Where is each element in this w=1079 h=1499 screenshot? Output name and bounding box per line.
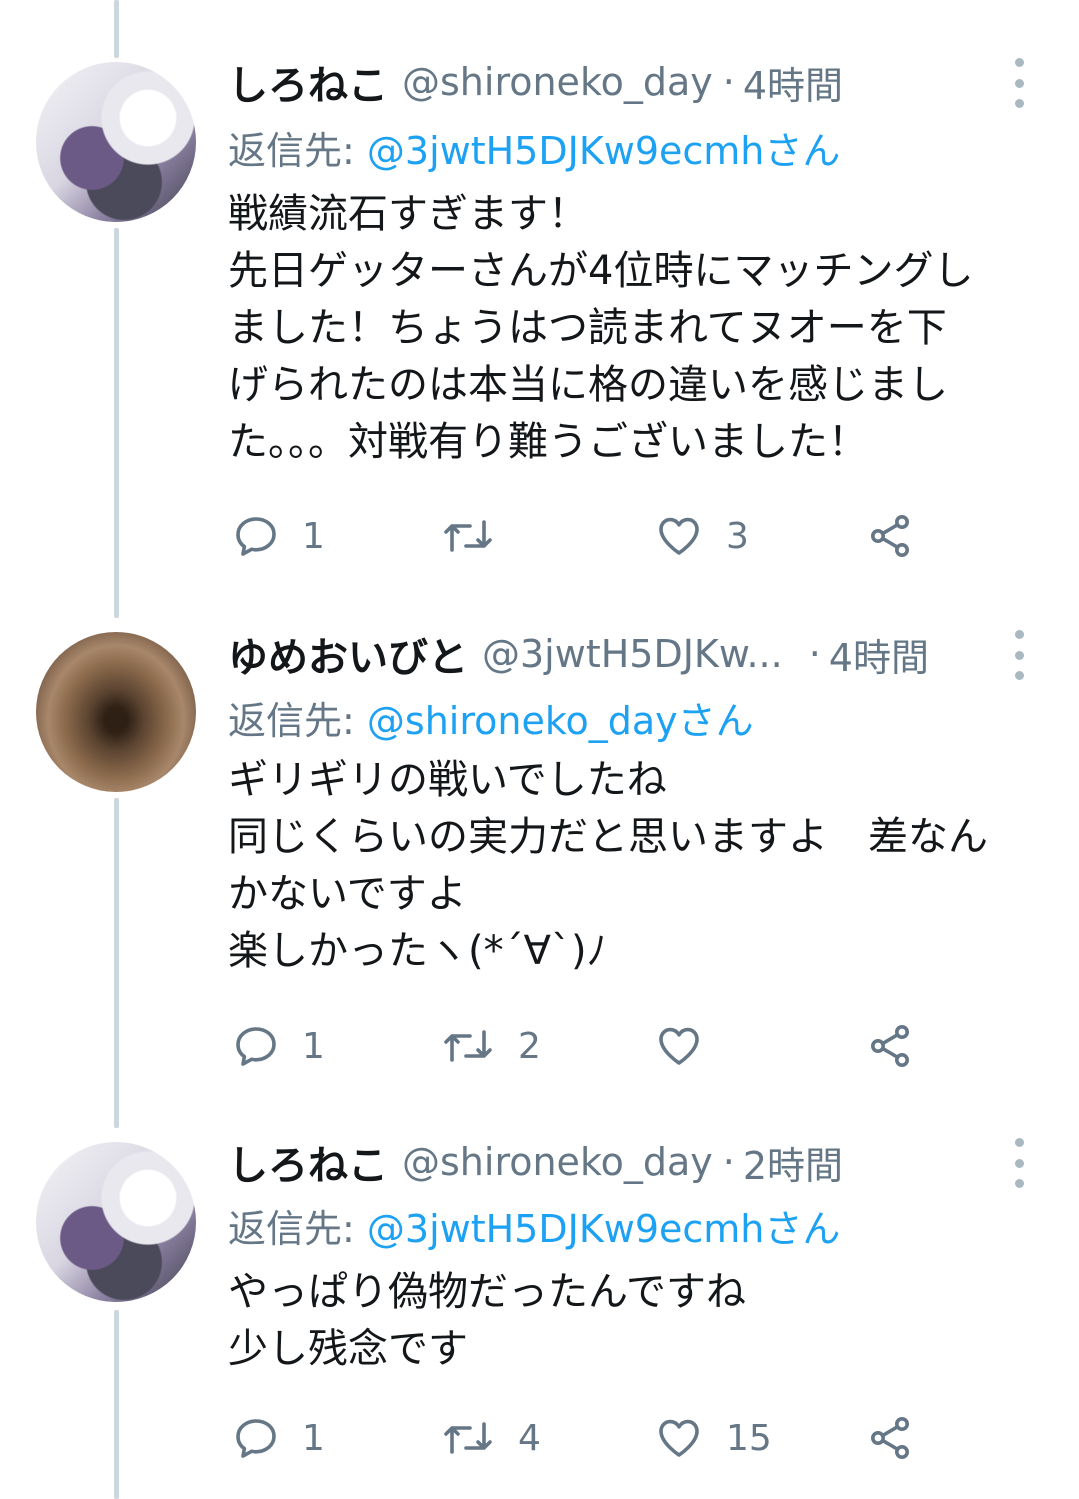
like-count: 3 — [726, 515, 749, 557]
tweet-text: ギリギリの戦いでしたね 同じくらいの実力だと思いますよ 差なん かないですよ 楽… — [228, 757, 988, 974]
reply-button[interactable]: 1 — [232, 506, 325, 566]
like-count: 15 — [726, 1417, 772, 1459]
reply-icon — [236, 1419, 276, 1458]
avatar[interactable] — [36, 62, 196, 222]
timestamp[interactable]: 4時間 — [743, 55, 843, 110]
reply-button[interactable]: 1 — [232, 1408, 325, 1468]
reply-to: 返信先: @3jwtH5DJKw9ecmhさん — [228, 1198, 840, 1253]
avatar[interactable] — [36, 632, 196, 792]
thread-line-2 — [114, 798, 119, 1128]
display-name[interactable]: しろねこ — [228, 53, 388, 111]
display-name[interactable]: ゆめおいびと — [228, 625, 468, 683]
reply-to: 返信先: @3jwtH5DJKw9ecmhさん — [228, 120, 840, 175]
reply-to-mention[interactable]: @3jwtH5DJKw9ecmhさん — [367, 1207, 840, 1251]
share-button[interactable] — [864, 1016, 916, 1076]
reply-to-prefix: 返信先: — [228, 129, 367, 173]
more-options-icon[interactable] — [1004, 630, 1034, 680]
reply-to: 返信先: @shironeko_dayさん — [228, 690, 754, 745]
tweet-header: ゆめおいびと @3jwtH5DJKw... · 4時間 — [228, 624, 929, 684]
reply-icon — [236, 1027, 276, 1066]
tweet-header: しろねこ @shironeko_day · 2時間 — [228, 1132, 843, 1192]
avatar[interactable] — [36, 1142, 196, 1302]
like-button[interactable] — [654, 1016, 726, 1076]
reply-to-mention[interactable]: @3jwtH5DJKw9ecmhさん — [367, 129, 840, 173]
separator-dot: · — [808, 632, 821, 676]
retweet-icon — [444, 1422, 492, 1454]
share-icon — [871, 1417, 909, 1459]
display-name[interactable]: しろねこ — [228, 1133, 388, 1191]
reply-icon — [236, 517, 276, 556]
separator-dot: · — [722, 60, 735, 104]
reply-to-prefix: 返信先: — [228, 699, 367, 743]
heart-icon — [659, 1419, 699, 1457]
retweet-count: 4 — [518, 1417, 541, 1459]
tweet-header: しろねこ @shironeko_day · 4時間 — [228, 52, 843, 112]
like-button[interactable]: 15 — [654, 1408, 772, 1468]
tweet[interactable]: しろねこ @shironeko_day · 4時間 返信先: @3jwtH5DJ… — [0, 0, 1079, 600]
user-handle[interactable]: @3jwtH5DJKw... — [482, 632, 783, 676]
like-button[interactable]: 3 — [654, 506, 749, 566]
share-button[interactable] — [864, 506, 916, 566]
separator-dot: · — [722, 1140, 735, 1184]
share-icon — [871, 515, 909, 557]
tweet-text: 戦績流石すぎます！ 先日ゲッターさんが4位時にマッチングし ました！ちょうはつ読… — [228, 191, 974, 465]
retweet-icon — [444, 520, 492, 552]
retweet-button[interactable]: 4 — [440, 1408, 541, 1468]
share-button[interactable] — [864, 1408, 916, 1468]
heart-icon — [659, 1027, 699, 1065]
user-handle[interactable]: @shironeko_day — [402, 1140, 713, 1184]
share-icon — [871, 1025, 909, 1067]
more-options-icon[interactable] — [1004, 58, 1034, 108]
reply-count: 1 — [302, 1025, 325, 1067]
heart-icon — [659, 517, 699, 555]
timestamp[interactable]: 2時間 — [743, 1135, 843, 1190]
more-options-icon[interactable] — [1004, 1138, 1034, 1188]
retweet-button[interactable] — [440, 506, 518, 566]
retweet-count: 2 — [518, 1025, 541, 1067]
reply-button[interactable]: 1 — [232, 1016, 325, 1076]
thread-line-3 — [114, 1310, 119, 1499]
reply-to-prefix: 返信先: — [228, 1207, 367, 1251]
tweet-text: やっぱり偽物だったんですね 少し残念です — [228, 1269, 746, 1372]
timestamp[interactable]: 4時間 — [829, 627, 929, 682]
retweet-icon — [444, 1030, 492, 1062]
reply-to-mention[interactable]: @shironeko_dayさん — [367, 699, 754, 743]
reply-count: 1 — [302, 1417, 325, 1459]
retweet-button[interactable]: 2 — [440, 1016, 541, 1076]
reply-count: 1 — [302, 515, 325, 557]
user-handle[interactable]: @shironeko_day — [402, 60, 713, 104]
